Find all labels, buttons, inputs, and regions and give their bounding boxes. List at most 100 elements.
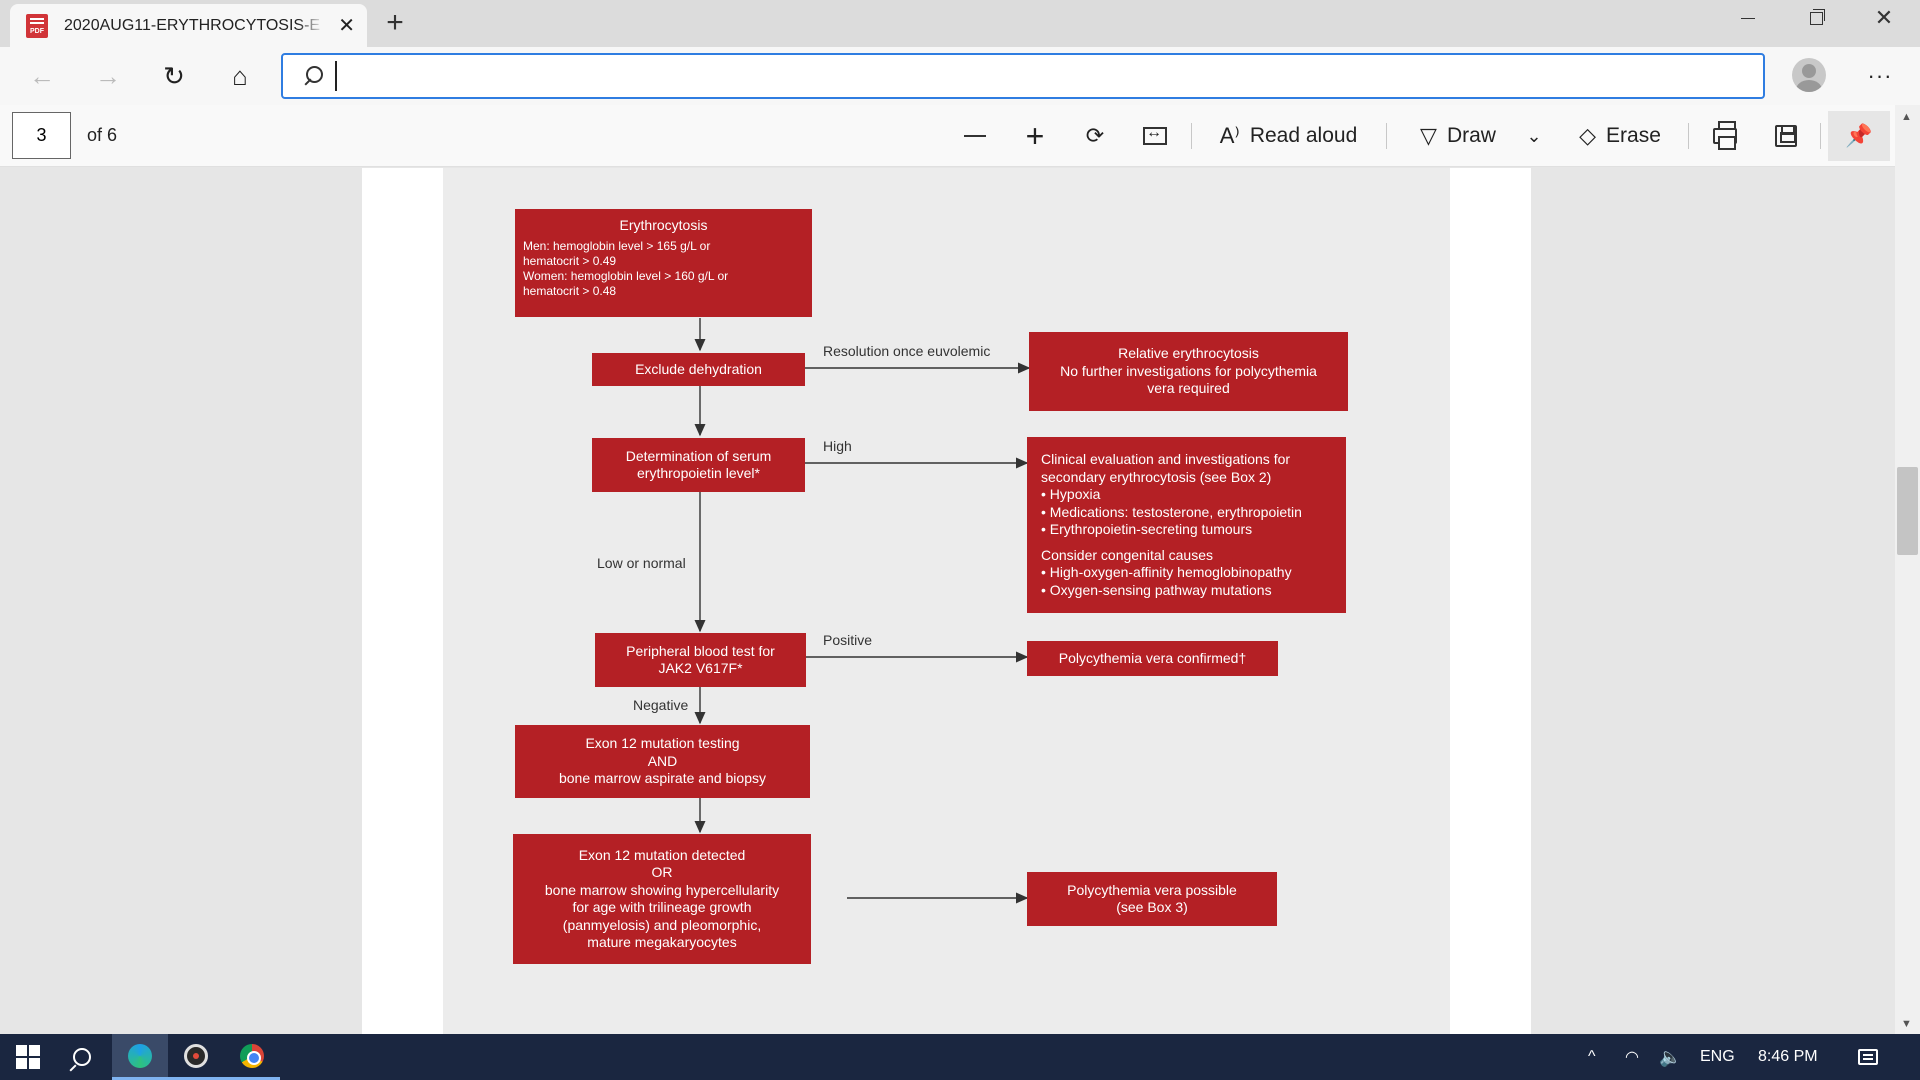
positive-label: Positive	[823, 632, 873, 648]
toolbar-divider	[1820, 123, 1821, 149]
browser-tab[interactable]: PDF 2020AUG11-ERYTHROCYTOSIS-E ✕	[10, 4, 367, 47]
scrollbar-thumb[interactable]	[1897, 467, 1918, 555]
notifications-button[interactable]	[1858, 1034, 1878, 1080]
read-aloud-button[interactable]: A⁾ Read aloud	[1216, 116, 1361, 156]
navigation-bar: ← → ↻ ⌂ ···	[0, 47, 1920, 105]
exclude-dehydration-box: Exclude dehydration	[592, 353, 805, 386]
profile-avatar[interactable]	[1792, 58, 1826, 92]
jak2-line: JAK2 V617F*	[658, 660, 743, 676]
pv-confirmed-text: Polycythemia vera confirmed†	[1058, 649, 1247, 666]
start-button[interactable]	[0, 1034, 56, 1080]
language-indicator[interactable]: ENG	[1700, 1034, 1735, 1080]
refresh-button[interactable]: ↻	[154, 56, 194, 96]
network-button[interactable]: ◠	[1625, 1034, 1639, 1080]
erase-button[interactable]: ◇ Erase	[1574, 116, 1666, 156]
read-aloud-label: Read aloud	[1249, 124, 1358, 147]
exon-testing-line: AND	[647, 752, 678, 769]
new-tab-button[interactable]: +	[380, 6, 410, 40]
address-input[interactable]	[335, 61, 1715, 91]
search-icon	[73, 1048, 91, 1066]
chevron-up-icon: ^	[1588, 1048, 1596, 1065]
settings-more-button[interactable]: ···	[1860, 56, 1900, 96]
chrome-icon	[240, 1043, 264, 1068]
window-close-button[interactable]: ✕	[1850, 0, 1918, 36]
scroll-down-icon[interactable]: ▼	[1901, 1018, 1912, 1030]
draw-button[interactable]: ▽ Draw	[1413, 116, 1503, 156]
restore-button[interactable]	[1782, 0, 1850, 36]
clinical-evaluation-box: Clinical evaluation and investigations f…	[1027, 437, 1346, 613]
erythrocytosis-box: Erythrocytosis Men: hemoglobin level > 1…	[515, 209, 812, 317]
taskbar: ^ ◠ 🔈 ENG 8:46 PM	[0, 1034, 1920, 1080]
toolbar-divider	[1386, 123, 1387, 149]
pdf-viewer[interactable]: Erythrocytosis Men: hemoglobin level > 1…	[0, 168, 1920, 1034]
zoom-out-button[interactable]	[955, 116, 995, 156]
home-button[interactable]: ⌂	[220, 56, 260, 96]
exon-testing-line: Exon 12 mutation testing	[585, 735, 740, 752]
negative-label: Negative	[633, 697, 689, 713]
relative-erythrocytosis-title: Relative erythrocytosis	[1118, 345, 1259, 362]
address-bar[interactable]	[281, 53, 1765, 99]
search-icon	[303, 66, 323, 86]
clinical-line: Clinical evaluation and investigations f…	[1041, 451, 1291, 467]
back-button[interactable]: ←	[22, 56, 62, 96]
rotate-icon: ⟳	[1085, 123, 1105, 148]
exon-detected-line: for age with trilineage growth	[572, 899, 752, 915]
relative-erythrocytosis-box: Relative erythrocytosis No further inves…	[1029, 332, 1348, 411]
taskbar-search-button[interactable]	[54, 1034, 110, 1080]
epo-determination-box: Determination of serum erythropoietin le…	[592, 438, 805, 492]
epo-line: Determination of serum	[625, 447, 772, 464]
exon-detected-line: mature megakaryocytes	[587, 934, 737, 950]
erythrocytosis-title: Erythrocytosis	[619, 217, 708, 233]
chrome-taskbar-app[interactable]	[224, 1034, 280, 1080]
relative-erythrocytosis-line: No further investigations for polycythem…	[1060, 362, 1317, 379]
speaker-icon: 🔈	[1659, 1046, 1682, 1067]
exon-detected-line: (panmyelosis) and pleomorphic,	[562, 916, 762, 933]
tab-close-icon[interactable]: ✕	[338, 16, 355, 36]
media-taskbar-app[interactable]	[168, 1034, 224, 1080]
exclude-dehydration-text: Exclude dehydration	[635, 360, 762, 377]
flowchart-figure: Erythrocytosis Men: hemoglobin level > 1…	[443, 168, 1450, 1034]
exon-testing-line: bone marrow aspirate and biopsy	[558, 770, 766, 787]
draw-options-button[interactable]: ⌄	[1517, 116, 1551, 156]
zoom-in-button[interactable]: +	[1015, 116, 1055, 156]
high-label: High	[823, 438, 852, 454]
exon-detected-line: Exon 12 mutation detected	[578, 846, 746, 863]
erythrocytosis-women-hematocrit: hematocrit > 0.48	[523, 283, 617, 298]
print-icon	[1713, 121, 1737, 150]
save-icon	[1775, 125, 1797, 147]
clock[interactable]: 8:46 PM	[1758, 1034, 1818, 1080]
edge-taskbar-app[interactable]	[112, 1034, 168, 1080]
pin-icon: 📌	[1845, 123, 1873, 148]
title-bar: PDF 2020AUG11-ERYTHROCYTOSIS-E ✕ + ✕	[0, 0, 1920, 47]
page-total-label: of 6	[87, 125, 118, 145]
erase-label: Erase	[1606, 124, 1661, 147]
fit-to-page-button[interactable]	[1135, 116, 1175, 156]
jak2-line: Peripheral blood test for	[626, 642, 775, 659]
save-button[interactable]	[1766, 116, 1806, 156]
scroll-up-icon[interactable]: ▲	[1901, 111, 1912, 123]
clinical-item: • High-oxygen-affinity hemoglobinopathy	[1041, 564, 1292, 580]
pin-toolbar-button[interactable]: 📌	[1828, 111, 1890, 161]
show-hidden-icons-button[interactable]: ^	[1588, 1034, 1596, 1080]
minimize-icon	[1741, 17, 1755, 19]
minus-icon	[964, 135, 986, 137]
exon-testing-box: Exon 12 mutation testing AND bone marrow…	[515, 725, 810, 798]
print-button[interactable]	[1705, 116, 1745, 156]
home-icon: ⌂	[232, 60, 248, 91]
restore-icon	[1809, 8, 1825, 25]
notification-icon	[1858, 1049, 1878, 1065]
fit-width-icon	[1143, 124, 1167, 145]
minimize-button[interactable]	[1714, 0, 1782, 36]
page-number-input[interactable]	[12, 112, 71, 159]
clinical-item: • Hypoxia	[1041, 486, 1101, 502]
volume-button[interactable]: 🔈	[1659, 1034, 1681, 1080]
forward-button[interactable]: →	[88, 56, 128, 96]
pv-confirmed-box: Polycythemia vera confirmed†	[1027, 641, 1278, 676]
congenital-heading: Consider congenital causes	[1041, 546, 1213, 563]
clinical-item: • Erythropoietin-secreting tumours	[1041, 521, 1253, 537]
exon-detected-line: OR	[651, 864, 673, 880]
exon-detected-line: bone marrow showing hypercellularity	[544, 881, 780, 898]
rotate-button[interactable]: ⟳	[1075, 116, 1115, 156]
vertical-scrollbar[interactable]: ▲ ▼	[1895, 105, 1920, 1034]
pen-icon: ▽	[1420, 123, 1437, 148]
